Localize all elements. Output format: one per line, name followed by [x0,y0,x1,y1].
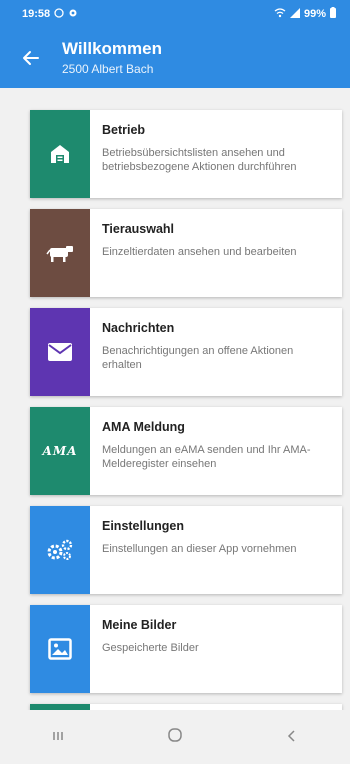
card-title: Tierauswahl [102,222,175,236]
signal-icon [289,7,300,21]
back-arrow-icon[interactable] [0,28,62,88]
wifi-icon [274,7,286,21]
menu-card-einstellungen[interactable]: Einstellungen Einstellungen an dieser Ap… [30,506,342,594]
gears-icon [30,506,90,594]
menu-card-ama-meldung[interactable]: AMA AMA Meldung Meldungen an eAMA senden… [30,407,342,495]
card-title: Betrieb [102,123,146,137]
home-icon[interactable] [167,727,183,748]
card-description: Gespeicherte Bilder [102,642,199,654]
card-description: Einzeltierdaten ansehen und bearbeiten [102,246,297,258]
barn-icon [30,110,90,198]
system-nav-bar [0,710,350,764]
app-bar: Willkommen 2500 Albert Bach [0,28,350,88]
battery-icon [330,7,336,21]
battery-percent: 99% [303,8,326,20]
whatsapp-icon [54,7,64,21]
card-description: Meldungen an eAMA senden und Ihr AMA-Mel… [102,444,311,470]
card-title: Nachrichten [102,321,175,335]
card-title: AMA Meldung [102,420,185,434]
card-title: Einstellungen [102,519,184,533]
page-subtitle: 2500 Albert Bach [62,62,154,76]
menu-card-meine-bilder[interactable]: Meine Bilder Gespeicherte Bilder [30,605,342,693]
back-icon[interactable] [285,727,299,748]
menu-card-tierauswahl[interactable]: Tierauswahl Einzeltierdaten ansehen und … [30,209,342,297]
cow-icon [30,209,90,297]
menu-card-nachrichten[interactable]: Nachrichten Benachrichtigungen an offene… [30,308,342,396]
menu-list: Betrieb Betriebsübersichtslisten ansehen… [0,96,350,710]
settings-icon [68,8,78,21]
image-icon [30,605,90,693]
menu-card-betrieb[interactable]: Betrieb Betriebsübersichtslisten ansehen… [30,110,342,198]
ama-logo-icon: AMA [30,407,90,495]
card-description: Benachrichtigungen an offene Aktionen er… [102,345,294,371]
recents-icon[interactable] [51,727,65,748]
page-title: Willkommen [62,39,162,58]
status-time: 19:58 [22,8,51,20]
mail-icon [30,308,90,396]
card-description: Einstellungen an dieser App vornehmen [102,543,297,555]
card-title: Meine Bilder [102,618,177,632]
status-bar: 19:58 99% [0,0,350,28]
card-description: Betriebsübersichtslisten ansehen und bet… [102,147,297,173]
